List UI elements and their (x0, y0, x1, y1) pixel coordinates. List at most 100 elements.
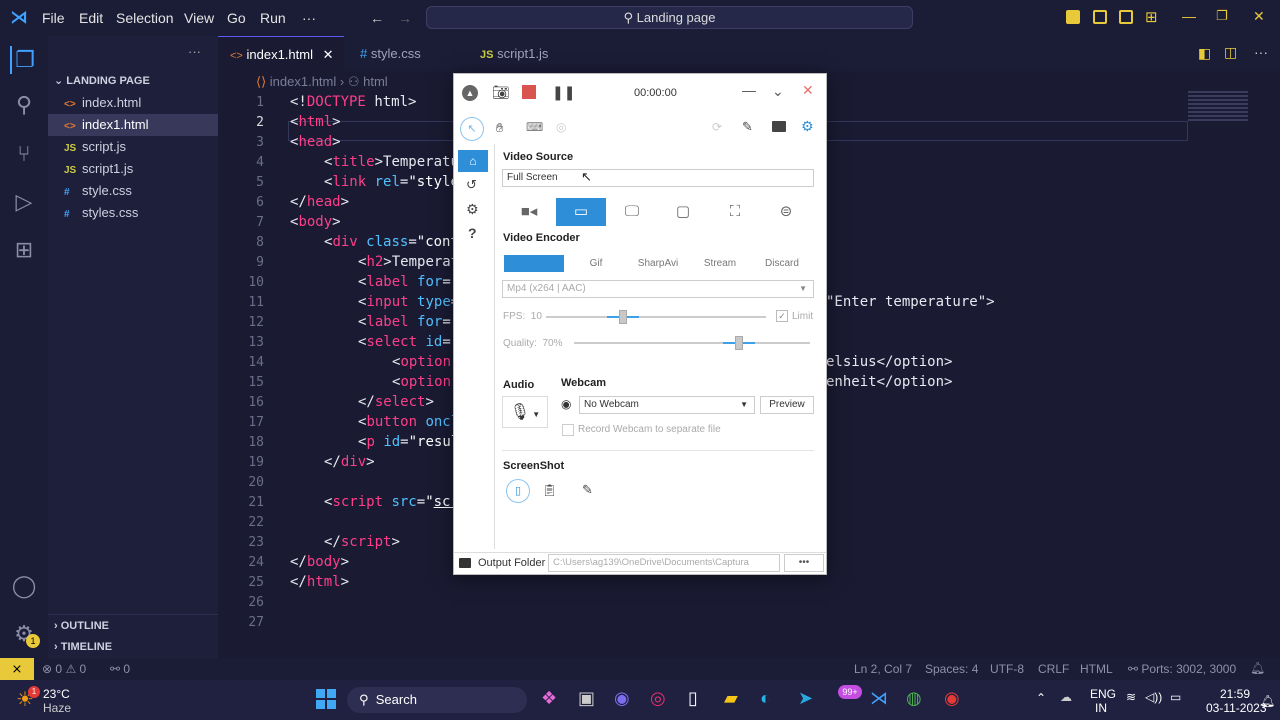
indentation[interactable]: Spaces: 4 (925, 662, 978, 676)
command-center[interactable]: ⚲ Landing page (426, 6, 913, 29)
maximize-icon[interactable]: ❐ (1216, 8, 1228, 24)
widgets-app-icon[interactable]: ❖ (541, 688, 557, 709)
help-icon[interactable]: ? (468, 225, 477, 241)
volume-icon[interactable]: ◁)) (1145, 690, 1162, 704)
editor-pen-icon[interactable]: ✎ (582, 482, 593, 498)
file-item[interactable]: JS script1.js (48, 158, 218, 180)
folder-icon[interactable] (772, 121, 786, 132)
forward-arrow-icon[interactable]: → (398, 10, 412, 26)
outline-section[interactable]: › OUTLINE (48, 614, 218, 636)
breadcrumb-file[interactable]: index1.html (270, 74, 336, 89)
file-item[interactable]: # style.css (48, 180, 218, 202)
quality-slider[interactable] (574, 336, 810, 350)
chrome-app-icon[interactable]: ◍ (906, 688, 922, 709)
battery-icon[interactable]: ▭ (1170, 690, 1181, 704)
toggle-primary-sidebar-icon[interactable] (1066, 10, 1080, 24)
full-screen-source-icon[interactable]: ▭ (556, 198, 606, 226)
cursor-tool-icon[interactable]: ↖ (460, 117, 484, 141)
fps-slider-thumb[interactable] (619, 310, 627, 324)
tab-script1-js[interactable]: JS script1.js (468, 36, 584, 71)
file-item[interactable]: # styles.css (48, 202, 218, 224)
minimap[interactable] (1188, 91, 1248, 121)
breadcrumb-node[interactable]: html (363, 74, 388, 89)
language-indicator[interactable]: ENG (1090, 687, 1116, 701)
limit-checkbox[interactable]: ✓ (776, 310, 788, 322)
pause-button[interactable]: ❚❚ (552, 84, 575, 101)
hidden-icons-chevron-icon[interactable]: ⌃ (1036, 691, 1046, 705)
game-source-icon[interactable]: ⊜ (761, 198, 811, 226)
refresh-icon[interactable]: ⟳ (712, 120, 722, 134)
video-source-field[interactable]: Full Screen (502, 169, 814, 187)
codec-select[interactable]: Mp4 (x264 | AAC) ▼ (502, 280, 814, 298)
close-tab-icon[interactable]: ✕ (323, 47, 334, 62)
customize-layout-icon[interactable]: ⊞ (1145, 8, 1158, 26)
menu-selection[interactable]: Selection (116, 10, 174, 26)
taskbar-search[interactable]: ⚲ Search (347, 687, 527, 713)
file-item-selected[interactable]: <> index1.html (48, 114, 218, 136)
encoder-tab-discard[interactable]: Discard (752, 255, 812, 272)
encoding[interactable]: UTF-8 (990, 662, 1024, 676)
ports-indicator[interactable]: ⚯ 0 (110, 662, 130, 676)
history-icon[interactable]: ↺ (466, 177, 477, 193)
line-ending[interactable]: CRLF (1038, 662, 1069, 676)
quality-slider-thumb[interactable] (735, 336, 744, 350)
split-editor-icon[interactable]: ◫ (1224, 44, 1237, 61)
toggle-panel-icon[interactable] (1093, 10, 1107, 24)
window-source-icon[interactable]: ▢ (658, 198, 708, 226)
toggle-secondary-sidebar-icon[interactable] (1119, 10, 1133, 24)
folder-icon[interactable] (459, 558, 471, 568)
teams-app-icon[interactable]: ◉ (614, 688, 630, 709)
clock-time[interactable]: 21:59 (1220, 687, 1250, 701)
region-source-icon[interactable]: ⛶ (710, 198, 760, 226)
screen-source-icon[interactable]: 🖵︎ (607, 198, 657, 226)
tray-app-icon[interactable]: ☁ (1060, 690, 1072, 704)
vscode-app-icon[interactable]: ⋊ (870, 688, 888, 709)
file-explorer-app-icon[interactable]: ▣ (578, 688, 595, 709)
microphone-button[interactable]: 🎙︎ ▼ (502, 396, 548, 428)
fps-slider[interactable] (546, 310, 766, 324)
settings-icon[interactable]: ⚙ (466, 201, 479, 218)
cursor-position[interactable]: Ln 2, Col 7 (854, 662, 912, 676)
file-item[interactable]: JS script.js (48, 136, 218, 158)
open-preview-icon[interactable]: ◧ (1198, 45, 1211, 62)
forwarded-ports[interactable]: ⚯ Ports: 3002, 3000 (1128, 662, 1236, 676)
settings-gear-icon[interactable]: ⚙ (801, 118, 814, 135)
language-mode[interactable]: HTML (1080, 662, 1113, 676)
encoder-tab-gif[interactable]: Gif (566, 255, 626, 272)
menu-file[interactable]: File (42, 10, 65, 26)
problems-indicator[interactable]: ⊗ 0 ⚠ 0 (42, 662, 86, 676)
clipboard-icon[interactable]: 📋︎ (542, 483, 557, 497)
wifi-icon[interactable]: ≋ (1126, 690, 1136, 704)
minimize-icon[interactable]: — (742, 82, 756, 98)
menu-edit[interactable]: Edit (79, 10, 103, 26)
telegram-app-icon[interactable]: ➤ (798, 688, 813, 709)
browse-more-button[interactable]: ••• (784, 554, 824, 572)
folder-app-icon[interactable]: ▰ (724, 688, 738, 709)
tab-index1-html[interactable]: <> index1.html ✕ (218, 36, 344, 71)
hand-tool-icon[interactable]: ✋︎ (496, 120, 503, 136)
minimize-to-tray-icon[interactable]: ⌄ (772, 83, 784, 100)
source-control-icon[interactable]: ⑂ (10, 140, 38, 168)
more-actions-icon[interactable]: ··· (1254, 44, 1268, 60)
preview-button[interactable]: Preview (760, 396, 814, 414)
notepad-app-icon[interactable]: ▯ (688, 688, 698, 709)
notifications-bell-icon[interactable]: 🔔︎ (1250, 661, 1265, 675)
accounts-icon[interactable]: ◯ (10, 572, 38, 600)
close-icon[interactable]: ✕ (802, 82, 814, 99)
clicks-tool-icon[interactable]: ◎ (556, 120, 566, 134)
encoder-tab-stream[interactable]: Stream (690, 255, 750, 272)
edge-app-icon[interactable]: ◐ (760, 688, 771, 709)
menu-view[interactable]: View (184, 10, 214, 26)
close-window-icon[interactable]: ✕ (1253, 8, 1265, 25)
menu-more[interactable]: ··· (302, 10, 316, 26)
file-item[interactable]: <> index.html (48, 92, 218, 114)
run-debug-icon[interactable]: ▷ (10, 188, 38, 216)
clock-date[interactable]: 03-11-2023 (1206, 701, 1267, 715)
minimize-icon[interactable]: — (1182, 8, 1196, 24)
collapse-icon[interactable]: ▲ (462, 85, 478, 101)
section-landing-page[interactable]: ⌄ LANDING PAGE (48, 70, 218, 92)
explorer-icon[interactable]: ❐ (10, 46, 38, 74)
screenshot-camera-icon[interactable]: 📷︎ (492, 84, 510, 101)
encoder-tab-ffmpeg[interactable]: FFmpeg (504, 255, 564, 272)
instagram-app-icon[interactable]: ◎ (650, 688, 666, 709)
